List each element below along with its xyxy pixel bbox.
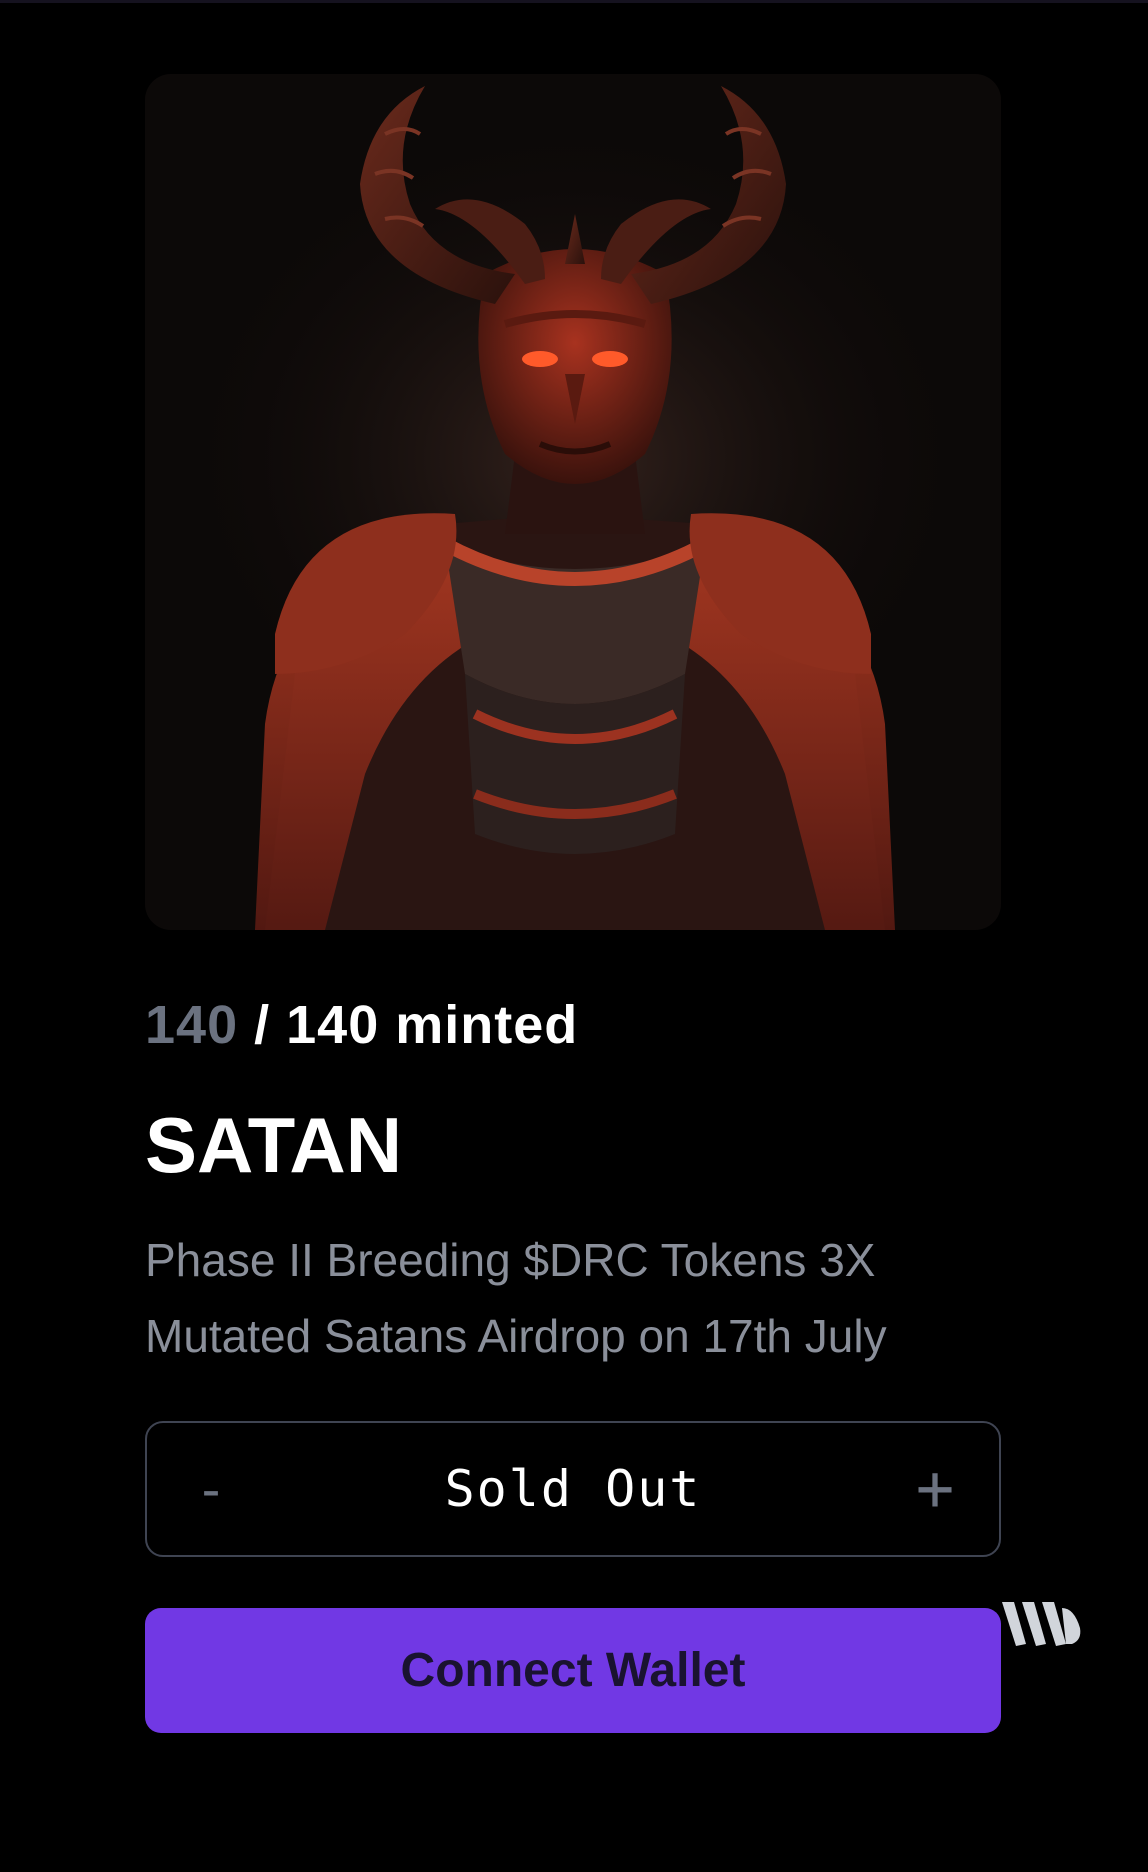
quantity-status: Sold Out [444,1460,702,1518]
minted-counter: 140 / 140 minted [145,990,578,1060]
minted-total: 140 minted [286,995,579,1055]
quantity-stepper: - Sold Out + [145,1421,1001,1557]
minted-count: 140 [145,995,239,1055]
nft-artwork [145,74,1001,930]
connect-wallet-button[interactable]: Connect Wallet [145,1608,1001,1733]
collection-title: SATAN [145,1101,403,1189]
demon-illustration-icon [145,74,1001,930]
increase-quantity-button[interactable]: + [871,1423,999,1555]
decrease-quantity-button[interactable]: - [147,1423,275,1555]
top-border [0,0,1148,3]
collection-description: Phase II Breeding $DRC Tokens 3X Mutated… [145,1234,887,1362]
minted-separator: / [238,995,287,1055]
triple-w-logo-icon[interactable] [1000,1598,1084,1650]
